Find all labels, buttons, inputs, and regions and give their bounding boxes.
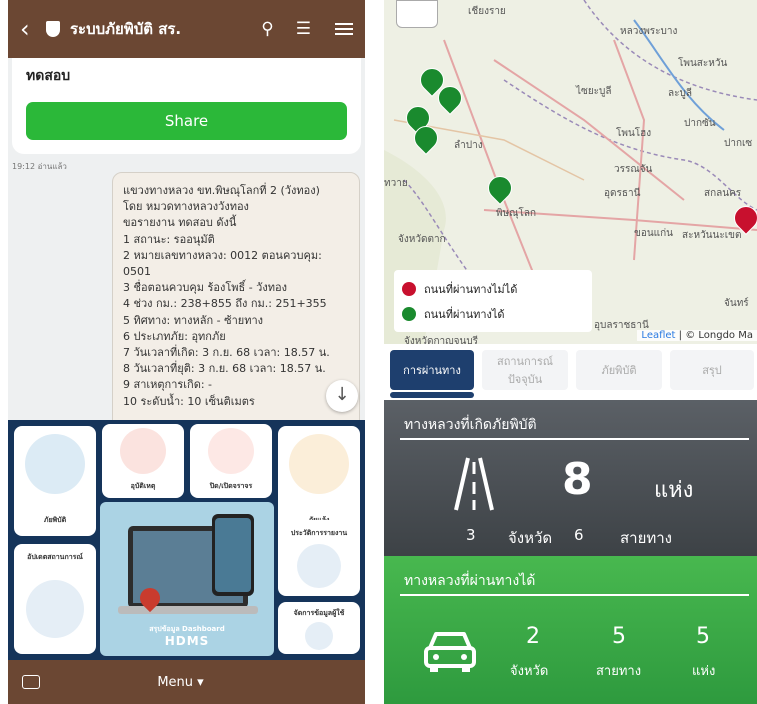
location-search-icon xyxy=(26,580,84,638)
section-title: ทางหลวงที่ผ่านทางได้ xyxy=(404,573,536,589)
active-tab-indicator xyxy=(390,392,474,398)
message-line: 1 สถานะ: รออนุมัติ xyxy=(123,232,215,246)
tile-update-situation[interactable]: อัปเดตสถานการณ์ xyxy=(14,544,96,654)
tab-disaster[interactable]: ภัยพิบัติ xyxy=(576,350,662,390)
report-message-bubble: แขวงทางหลวง ขท.พิษณุโลกที่ 2 (วังทอง) โด… xyxy=(112,172,360,432)
map-label: จังหวัดกาญจนบุรี xyxy=(404,336,479,344)
previous-message-text: ทดสอบ xyxy=(26,68,71,84)
legend-passable: ถนนที่ผ่านทางได้ xyxy=(402,301,584,326)
disaster-unit: แห่ง xyxy=(654,478,694,503)
tile-traffic-control[interactable]: ปิด/เปิดจราจร xyxy=(190,424,272,498)
dashboard-panel: เชียงราย หลวงพระบาง โพนสะหวัน ไซยะบูลี ล… xyxy=(384,0,757,704)
user-profile-icon xyxy=(305,622,333,650)
message-line: 6 ประเภทภัย: อุทกภัย xyxy=(123,329,226,343)
passable-places: 5 xyxy=(696,624,710,649)
red-marker-icon xyxy=(402,281,416,296)
shield-icon xyxy=(46,21,60,37)
message-line: 0501 xyxy=(123,265,151,279)
tab-bar: การผ่านทาง สถานการณ์ปัจจุบัน ภัยพิบัติ ส… xyxy=(384,344,757,400)
menu-toggle[interactable]: Menu ▾ xyxy=(40,675,321,690)
dashboard-brand: HDMS xyxy=(164,634,210,648)
disaster-routes: 6 xyxy=(574,526,584,544)
message-line: 4 ช่วง กม.: 238+855 ถึง กม.: 251+355 xyxy=(123,297,327,311)
tab-current-situation[interactable]: สถานการณ์ปัจจุบัน xyxy=(482,350,568,390)
message-line: 9 สาเหตุการเกิด: - xyxy=(123,378,213,392)
disaster-highway-section: ทางหลวงที่เกิดภัยพิบัติ 8 แห่ง 3 จังหวัด… xyxy=(384,400,757,556)
map-label: ละบูลี xyxy=(668,88,692,99)
notes-icon[interactable]: ☰ xyxy=(296,19,311,39)
layers-icon[interactable] xyxy=(396,0,438,28)
map-legend: ถนนที่ผ่านทางไม่ได้ ถนนที่ผ่านทางได้ xyxy=(394,270,592,332)
back-icon[interactable]: ‹ xyxy=(20,15,36,43)
share-button[interactable]: Share xyxy=(26,102,347,140)
report-history-icon xyxy=(297,544,341,588)
map-label: ทวาย xyxy=(384,178,408,189)
section-title: ทางหลวงที่เกิดภัยพิบัติ xyxy=(404,417,537,433)
road-icon xyxy=(454,457,494,511)
map-label: โพนสะหวัน xyxy=(678,58,728,69)
map-label: ปากซัน xyxy=(684,118,716,129)
chat-title: ระบบภัยพิบัติ สร. xyxy=(70,20,182,38)
passable-provinces: 2 xyxy=(526,624,540,649)
map-attribution: Leaflet | © Longdo Ma xyxy=(637,330,757,341)
passable-highway-section: ทางหลวงที่ผ่านทางได้ 2 จังหวัด 5 สายทาง … xyxy=(384,556,757,704)
tile-accident[interactable]: อุบัติเหตุ xyxy=(102,424,184,498)
message-line: แขวงทางหลวง ขท.พิษณุโลกที่ 2 (วังทอง) xyxy=(123,184,320,197)
keyboard-icon[interactable] xyxy=(22,675,40,689)
barrier-icon xyxy=(208,428,254,474)
map-label: หลวงพระบาง xyxy=(620,26,678,37)
message-line: 7 วันเวลาที่เกิด: 3 ก.ย. 68 เวลา: 18.57 … xyxy=(123,346,330,360)
chat-footer: Menu ▾ xyxy=(8,660,365,704)
hamburger-icon[interactable] xyxy=(335,23,353,35)
chat-panel: ‹ ระบบภัยพิบัติ สร. ⚲ ☰ ทดสอบ Share 19:1… xyxy=(8,0,365,704)
tab-passability[interactable]: การผ่านทาง xyxy=(390,350,474,390)
message-line: 3 ชื่อตอนควบคุม ร้องโพธิ์ - วังทอง xyxy=(123,281,287,295)
phone-illustration xyxy=(212,514,254,596)
map-label: จันทร์ xyxy=(724,298,749,309)
disaster-provinces: 3 xyxy=(466,526,476,544)
leaflet-link[interactable]: Leaflet xyxy=(641,330,675,341)
disaster-count: 8 xyxy=(562,454,593,505)
chat-header: ‹ ระบบภัยพิบัติ สร. ⚲ ☰ xyxy=(8,0,365,58)
map-label: ลำปาง xyxy=(454,140,483,151)
map-label: สกลนคร xyxy=(704,188,742,199)
car-icon xyxy=(424,632,476,672)
map-label: โพนโฮง xyxy=(616,128,652,139)
map-label: ปากเซ xyxy=(724,138,753,149)
tile-user-management[interactable]: จัดการข้อมูลผู้ใช้ xyxy=(278,602,360,654)
map-label: ไซยะบูลี xyxy=(576,86,612,97)
map-label: เชียงราย xyxy=(468,6,506,17)
map-label: พิษณุโลก xyxy=(496,208,537,219)
message-line: 8 วันเวลาที่ยุติ: 3 ก.ย. 68 เวลา: 18.57 … xyxy=(123,362,326,376)
passable-routes: 5 xyxy=(612,624,626,649)
map-label: อุดรธานี xyxy=(604,188,641,199)
dashboard-tile[interactable]: สรุปข้อมูล Dashboard HDMS xyxy=(100,502,274,656)
flood-icon xyxy=(25,434,85,494)
car-crash-icon xyxy=(120,428,166,474)
previous-message-card: ทดสอบ Share xyxy=(12,58,361,154)
tab-summary[interactable]: สรุป xyxy=(670,350,754,390)
tile-report-history[interactable]: ประวัติการรายงาน xyxy=(278,520,360,596)
scroll-down-button[interactable]: ↓ xyxy=(326,380,358,412)
message-line: 2 หมายเลขทางหลวง: 0012 ตอนควบคุม: xyxy=(123,248,322,262)
map-label: จังหวัดตาก xyxy=(398,234,446,245)
map-label: ขอนแก่น xyxy=(634,228,674,239)
map-label: วรรณจัน xyxy=(614,164,653,175)
tile-disaster[interactable]: ภัยพิบัติ xyxy=(14,426,96,536)
legend-impassable: ถนนที่ผ่านทางไม่ได้ xyxy=(402,276,584,301)
drought-icon xyxy=(289,434,349,494)
search-icon[interactable]: ⚲ xyxy=(261,19,273,39)
message-line: ขอรายงาน ทดสอบ ดังนี้ xyxy=(123,216,237,230)
map-label: สะหวันนะเขต xyxy=(682,230,742,241)
message-line: 10 ระดับน้ำ: 10 เซ็นติเมตร xyxy=(123,394,255,408)
message-line: โดย หมวดทางหลวงวังทอง xyxy=(123,200,249,214)
rich-menu: ภัยพิบัติ อุบัติเหตุ ปิด/เปิดจราจร ภัยแล… xyxy=(8,420,365,660)
map-view[interactable]: เชียงราย หลวงพระบาง โพนสะหวัน ไซยะบูลี ล… xyxy=(384,0,757,344)
green-marker-icon xyxy=(402,306,416,321)
message-line: 5 ทิศทาง: ทางหลัก - ซ้ายทาง xyxy=(123,313,264,327)
